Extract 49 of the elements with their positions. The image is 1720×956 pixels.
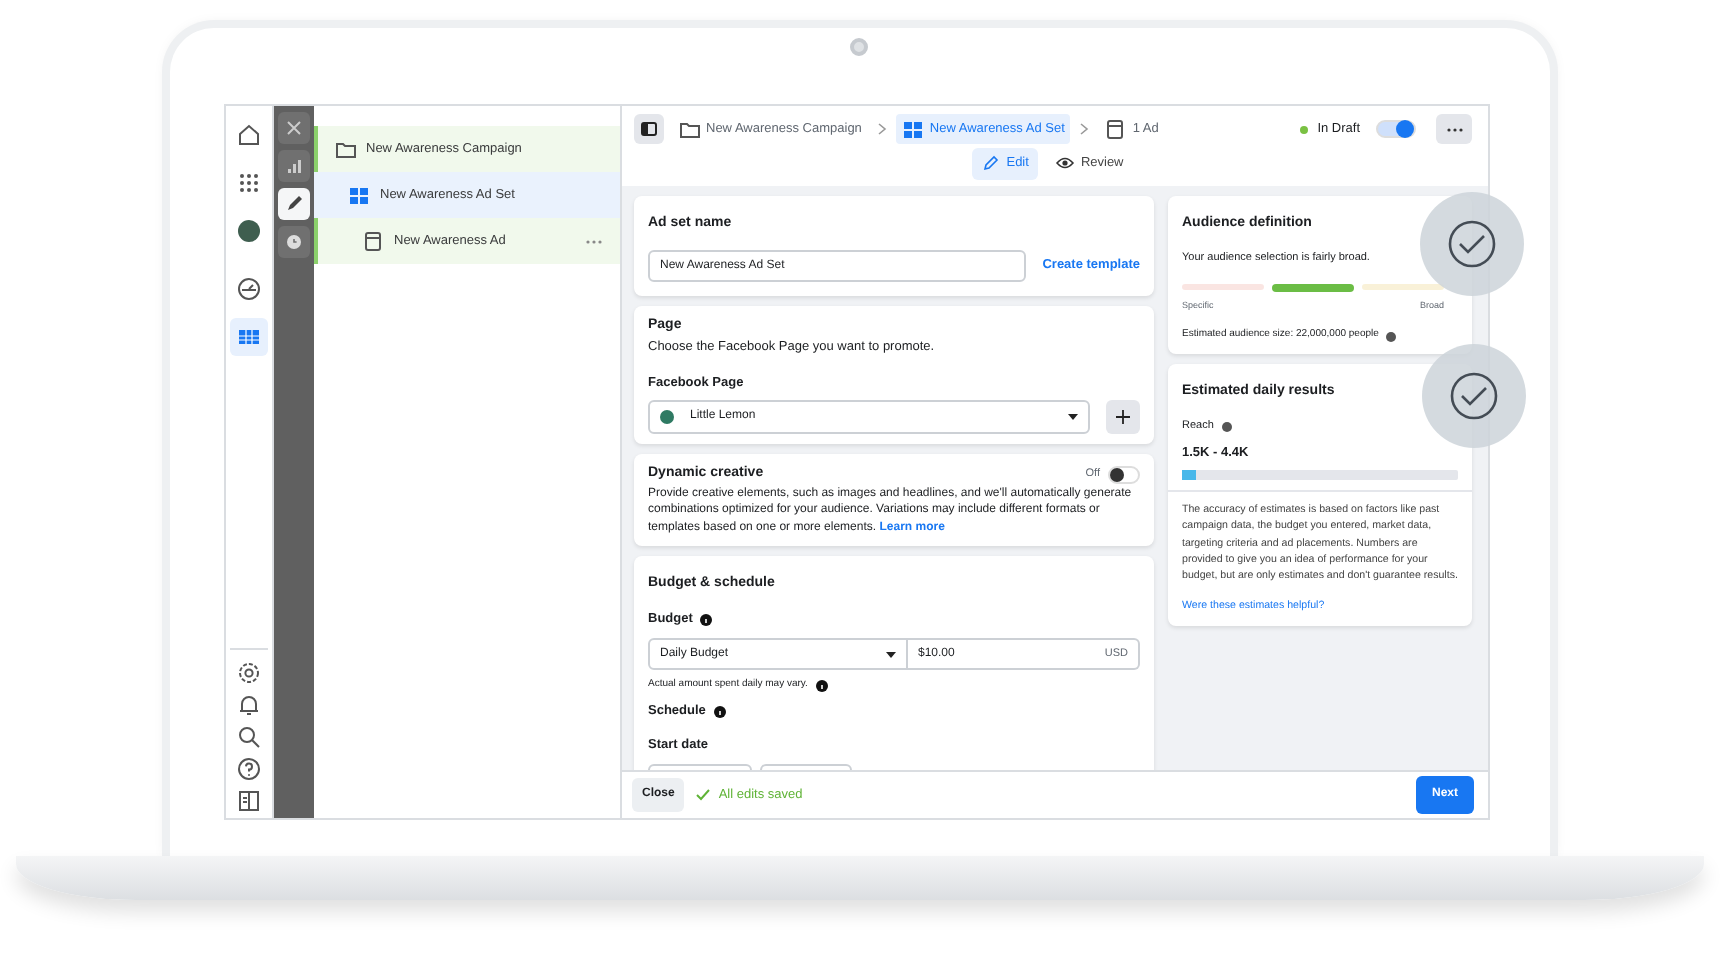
ad-frame-icon	[362, 230, 384, 252]
bell-icon[interactable]	[236, 692, 262, 718]
chevron-icon	[1078, 122, 1091, 136]
table-icon	[236, 324, 262, 350]
table-nav-button[interactable]	[230, 318, 268, 356]
close-icon	[282, 116, 306, 140]
caret-icon	[886, 651, 896, 658]
pencil-icon	[982, 154, 1001, 173]
bar-chart-tool-button[interactable]	[278, 150, 310, 182]
grid-icon	[901, 118, 924, 140]
info-icon	[713, 705, 726, 718]
clock-icon	[282, 230, 306, 254]
clock-tool-button[interactable]	[278, 226, 310, 258]
camera-icon	[850, 38, 868, 56]
caret-icon	[1068, 414, 1078, 421]
bar-chart-icon	[282, 154, 306, 178]
checkmark-icon	[696, 788, 711, 802]
info-icon	[1386, 331, 1397, 341]
more-icon	[1445, 125, 1463, 133]
close-tool-button[interactable]	[278, 112, 310, 144]
panel-icon	[640, 120, 658, 138]
search-icon[interactable]	[236, 724, 262, 750]
grid-icon	[348, 184, 370, 206]
info-icon	[700, 614, 713, 627]
apps-grid-icon	[236, 170, 262, 196]
more-button[interactable]	[1436, 114, 1472, 144]
more-icon[interactable]	[584, 235, 604, 247]
folder-icon	[334, 138, 356, 160]
avatar-icon	[236, 218, 262, 244]
plus-icon	[1116, 410, 1130, 425]
ad-frame-icon	[1104, 118, 1127, 140]
folder-icon	[678, 118, 700, 140]
add-button[interactable]	[1106, 400, 1140, 435]
draft-toggle[interactable]	[1376, 120, 1416, 138]
sidebar-toggle-button[interactable]	[634, 114, 664, 144]
page-avatar-icon	[660, 410, 674, 425]
info-icon	[1221, 421, 1232, 432]
help-icon[interactable]	[236, 756, 262, 782]
gauge-icon	[236, 276, 262, 302]
settings-icon[interactable]	[236, 660, 262, 686]
home-icon	[236, 122, 262, 148]
eye-icon	[1056, 154, 1075, 173]
info-icon	[815, 679, 828, 692]
dynamic-creative-toggle[interactable]	[1108, 466, 1140, 484]
pencil-icon	[282, 192, 306, 216]
panel-icon[interactable]	[236, 788, 262, 814]
status-dot-icon	[1297, 123, 1310, 135]
chevron-icon	[875, 122, 888, 136]
pencil-tool-button[interactable]	[278, 188, 310, 220]
